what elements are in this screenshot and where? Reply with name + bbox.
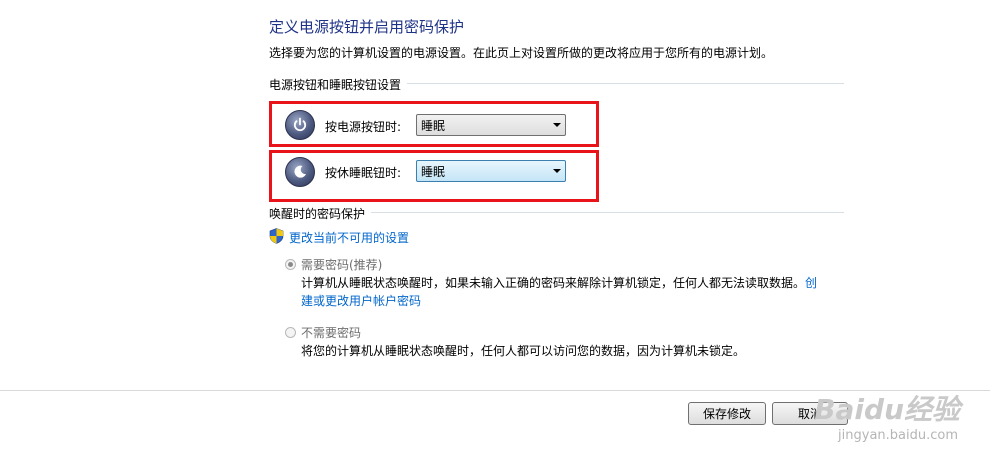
sleep-button-label: 按休睡眠钮时: <box>325 166 402 180</box>
watermark-logo: Baidu经验 <box>814 393 960 426</box>
require-password-description: 计算机从睡眠状态唤醒时，如果未输入正确的密码来解除计算机锁定，任何人都无法读取数… <box>301 274 821 310</box>
power-group-label: 电源按钮和睡眠按钮设置 <box>269 76 408 93</box>
sleep-icon <box>285 157 315 187</box>
require-password-radio[interactable] <box>285 259 296 270</box>
page-title: 定义电源按钮并启用密码保护 <box>269 18 465 36</box>
sleep-button-select[interactable]: 睡眠 <box>416 160 566 182</box>
create-password-link-part1[interactable]: 创 <box>805 276 817 290</box>
watermark-url: jingyan.baidu.com <box>838 428 958 443</box>
chevron-down-icon <box>549 123 565 127</box>
no-password-label: 不需要密码 <box>301 326 362 340</box>
save-button[interactable]: 保存修改 <box>688 402 766 425</box>
uac-shield-icon <box>269 228 284 247</box>
power-icon <box>285 110 315 140</box>
no-password-description: 将您的计算机从睡眠状态唤醒时，任何人都可以访问您的数据，因为计算机未锁定。 <box>301 344 746 358</box>
power-button-select[interactable]: 睡眠 <box>416 114 566 136</box>
power-button-label: 按电源按钮时: <box>325 120 402 134</box>
change-settings-link[interactable]: 更改当前不可用的设置 <box>269 228 409 247</box>
radio-dot <box>288 262 293 267</box>
no-password-radio[interactable] <box>285 327 296 338</box>
change-settings-link-text: 更改当前不可用的设置 <box>289 231 410 245</box>
sleep-button-select-value: 睡眠 <box>421 164 446 179</box>
wake-group-label: 唤醒时的密码保护 <box>269 205 372 222</box>
require-password-description-text: 计算机从睡眠状态唤醒时，如果未输入正确的密码来解除计算机锁定，任何人都无法读取数… <box>301 276 806 290</box>
require-password-label: 需要密码(推荐) <box>301 258 383 272</box>
power-button-select-value: 睡眠 <box>421 118 446 133</box>
create-password-link-part2[interactable]: 建或更改用户帐户密码 <box>301 294 421 308</box>
chevron-down-icon <box>549 169 565 173</box>
page-description: 选择要为您的计算机设置的电源设置。在此页上对设置所做的更改将应用于您所有的电源计… <box>269 46 774 60</box>
